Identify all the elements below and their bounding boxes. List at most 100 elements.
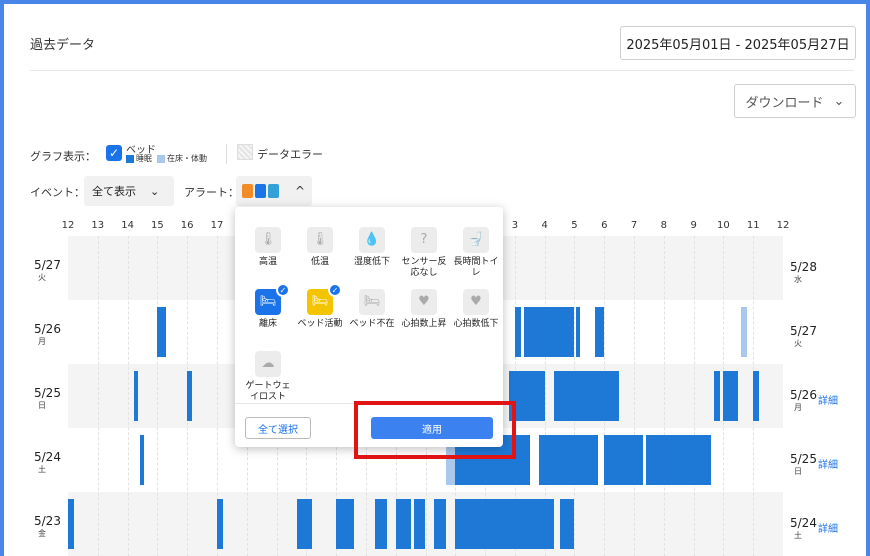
hour-tick-label: 8 (660, 220, 668, 231)
hour-tick-label: 7 (630, 220, 638, 231)
hour-tick-label: 10 (717, 220, 730, 231)
date-text: 5/26 (34, 322, 61, 336)
event-select[interactable]: 全て表示 ⌄ (84, 176, 174, 206)
hour-tick-label: 14 (121, 220, 134, 231)
sleep-bar (604, 435, 643, 485)
alert-option[interactable]: 💧 湿度低下 (346, 227, 398, 268)
hour-tick-label: 3 (511, 220, 519, 231)
header-divider (30, 70, 854, 71)
hour-gridline (693, 236, 695, 556)
sleep-bar (374, 499, 387, 549)
alert-option-label: 心拍数低下 (453, 319, 499, 329)
bed-exit-icon: 🛏 ✓ (255, 283, 290, 315)
row-end-date: 5/25 日 (790, 452, 817, 477)
sleep-bar (723, 371, 739, 421)
row-end-date: 5/28 水 (790, 260, 817, 285)
row-start-date: 5/23 金 (34, 514, 61, 539)
sleep-bar (139, 435, 144, 485)
hour-tick-label: 6 (601, 220, 608, 231)
sleep-bar (157, 307, 167, 357)
sleep-bar (559, 499, 575, 549)
alert-option-label: 長時間トイレ (453, 257, 499, 278)
alert-option[interactable]: 🛏 ベッド不在 (346, 289, 398, 330)
humidity-icon (268, 184, 279, 198)
chevron-up-icon: ^ (295, 184, 306, 198)
date-text: 5/25 (790, 452, 817, 466)
sleep-bar (216, 499, 223, 549)
check-badge-icon: ✓ (328, 283, 342, 297)
legend-in-bed: 在床・体動 (167, 154, 207, 163)
detail-link[interactable]: 詳細 (818, 392, 838, 407)
date-text: 5/26 (790, 388, 817, 402)
detail-link[interactable]: 詳細 (818, 520, 838, 535)
hour-tick-label: 16 (180, 220, 194, 231)
alert-option[interactable]: ♥ 心拍数低下 (450, 289, 502, 330)
date-text: 5/23 (34, 514, 61, 528)
alert-option-label: ベッド活動 (297, 319, 343, 329)
in-bed-swatch (157, 154, 165, 163)
hour-gridline (634, 236, 636, 556)
history-panel: 過去データ 2025年05月01日 - 2025年05月27日 ダウンロード ⌄… (4, 4, 866, 556)
row-start-date: 5/25 日 (34, 386, 61, 411)
sleep-bar (187, 371, 192, 421)
thermometer-low-icon: 🌡 (307, 227, 333, 253)
alert-option-label: 低温 (310, 257, 329, 267)
alert-option[interactable]: 🌡 高温 (242, 227, 294, 268)
bed-absent-icon: 🛏 (359, 289, 385, 315)
weekday-text: 日 (38, 401, 46, 410)
date-range-picker[interactable]: 2025年05月01日 - 2025年05月27日 (620, 26, 856, 60)
alert-option-label: 離床 (258, 319, 277, 329)
alert-option[interactable]: 🌡 低温 (294, 227, 346, 268)
long-toilet-icon: 🚽 (463, 227, 489, 253)
alert-option[interactable]: ? センサー反応なし (398, 227, 450, 279)
alert-option[interactable]: 🛏 ✓ ベッド活動 (294, 283, 346, 330)
alert-select[interactable]: ^ (236, 176, 312, 206)
alert-option[interactable]: ☁ ゲートウェイロスト (242, 351, 294, 403)
sleep-bar (133, 371, 138, 421)
legend-sleep: 睡眠 (136, 154, 152, 163)
alert-option-label: ゲートウェイロスト (245, 381, 291, 402)
detail-link[interactable]: 詳細 (818, 456, 838, 471)
bed-checkbox[interactable]: ✓ (106, 145, 122, 161)
sleep-bar (395, 499, 411, 549)
sleep-swatch (126, 154, 134, 163)
weekday-text: 土 (38, 465, 46, 474)
row-end-date: 5/27 火 (790, 324, 817, 349)
data-error-swatch (237, 144, 253, 160)
sleep-bar (575, 307, 581, 357)
sleep-bar (753, 371, 760, 421)
sensor-no-response-icon: ? (411, 227, 437, 253)
alert-option[interactable]: 🚽 長時間トイレ (450, 227, 502, 279)
sleep-bar (68, 499, 74, 549)
date-text: 5/24 (790, 516, 817, 530)
hour-tick-label: 4 (541, 220, 548, 231)
sleep-bar (714, 371, 721, 421)
legend: 睡眠 在床・体動 (126, 153, 207, 164)
event-value: 全て表示 (92, 185, 136, 198)
alert-option-label: 心拍数上昇 (401, 319, 447, 329)
alert-option-label: 高温 (258, 257, 277, 267)
in-bed-bar (741, 307, 748, 357)
alert-option-label: ベッド不在 (349, 319, 395, 329)
sleep-bar (523, 307, 575, 357)
sleep-bar (514, 307, 521, 357)
sleep-bar (413, 499, 426, 549)
hour-tick-label: 5 (571, 220, 578, 231)
heart-rate-down-icon: ♥ (463, 289, 489, 315)
sleep-bar (336, 499, 354, 549)
alert-option[interactable]: 🛏 ✓ 離床 (242, 283, 294, 330)
legend-divider (226, 144, 227, 164)
sleep-bar (538, 435, 599, 485)
sleep-bar (455, 499, 554, 549)
sleep-bar (297, 499, 313, 549)
alert-option-label: 湿度低下 (353, 257, 390, 267)
alert-option[interactable]: ♥ 心拍数上昇 (398, 289, 450, 330)
select-all-button[interactable]: 全て選択 (245, 417, 311, 439)
sleep-bar (595, 307, 605, 357)
date-text: 5/24 (34, 450, 61, 464)
hour-tick-label: 13 (91, 220, 105, 231)
download-button[interactable]: ダウンロード ⌄ (734, 84, 856, 118)
date-text: 5/27 (790, 324, 817, 338)
weekday-text: 金 (38, 529, 46, 538)
weekday-text: 火 (38, 273, 46, 282)
